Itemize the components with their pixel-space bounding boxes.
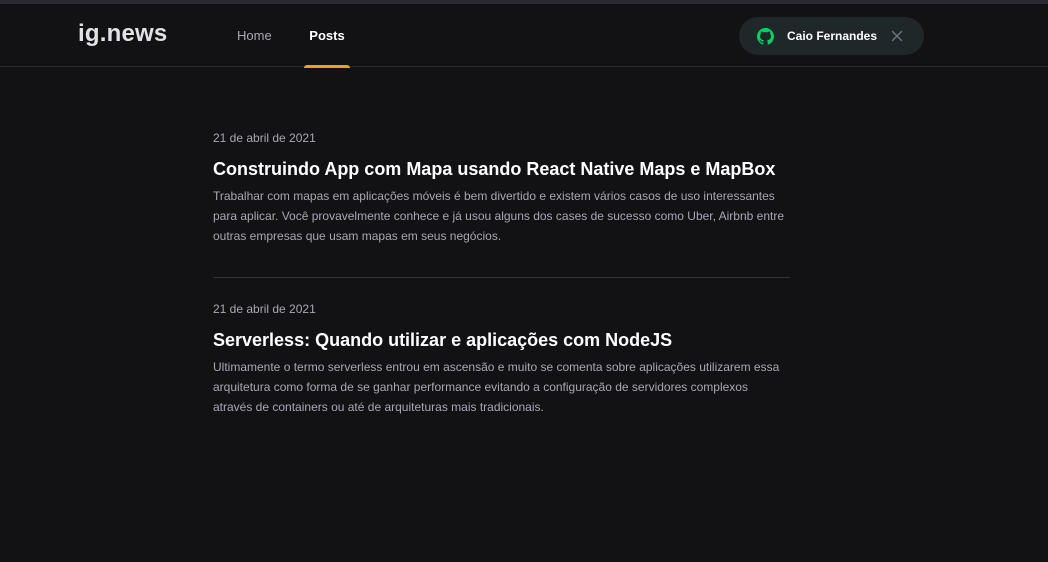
- post-item[interactable]: 21 de abril de 2021 Serverless: Quando u…: [213, 302, 790, 429]
- site-header: ig.news Home Posts Caio Fernandes: [0, 4, 1048, 68]
- active-nav-indicator: [304, 65, 350, 68]
- close-icon[interactable]: [890, 29, 904, 43]
- post-excerpt: Trabalhar com mapas em aplicações móveis…: [213, 189, 785, 243]
- post-date: 21 de abril de 2021: [213, 131, 316, 145]
- github-icon: [757, 27, 774, 45]
- post-item[interactable]: 21 de abril de 2021 Construindo App com …: [213, 131, 790, 258]
- user-name: Caio Fernandes: [787, 29, 878, 43]
- post-title[interactable]: Construindo App com Mapa usando React Na…: [213, 158, 790, 180]
- nav-link-home[interactable]: Home: [237, 4, 272, 67]
- nav-link-posts[interactable]: Posts: [304, 4, 350, 67]
- post-title[interactable]: Serverless: Quando utilizar e aplicações…: [213, 329, 790, 351]
- sign-in-button[interactable]: Caio Fernandes: [739, 17, 924, 55]
- post-excerpt: Ultimamente o termo serverless entrou em…: [213, 360, 780, 414]
- post-divider: [213, 277, 790, 278]
- post-date: 21 de abril de 2021: [213, 302, 316, 316]
- site-logo[interactable]: ig.news: [78, 20, 167, 48]
